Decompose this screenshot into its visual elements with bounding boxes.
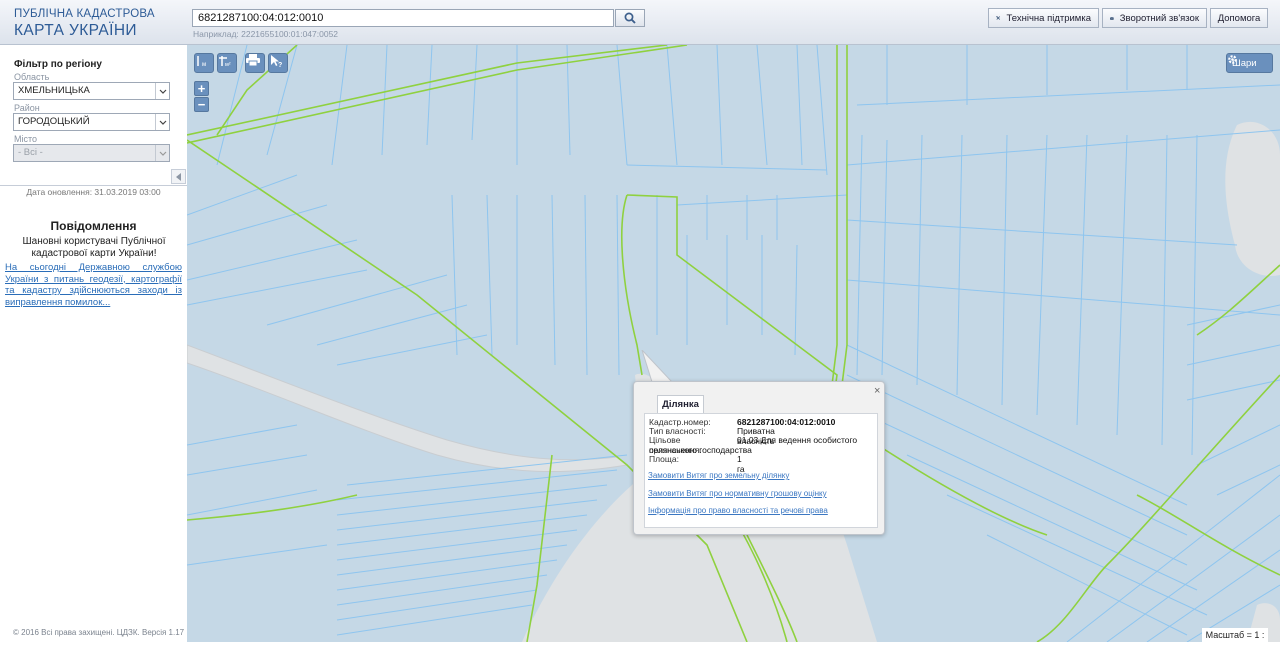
svg-text:м²: м²	[225, 62, 231, 68]
zoom-out-button[interactable]: −	[194, 97, 209, 112]
zoom-in-button[interactable]: +	[194, 81, 209, 96]
raion-select[interactable]: ГОРОДОЦЬКИЙ	[13, 113, 170, 131]
identify-icon: ?	[271, 55, 282, 68]
misto-label: Місто	[14, 134, 38, 144]
help-button-label: Допомога	[1217, 12, 1261, 24]
envelope-icon	[1110, 16, 1114, 20]
header: ПУБЛІЧНА КАДАСТРОВА КАРТА УКРАЇНИ 682128…	[0, 0, 1280, 45]
copyright: © 2016 Всі права захищені. ЦДЗК. Версія …	[13, 628, 185, 637]
feedback-button[interactable]: Зворотний зв'язок	[1102, 8, 1207, 28]
raion-label: Район	[14, 103, 40, 113]
help-button[interactable]: Допомога	[1210, 8, 1268, 28]
purpose-value: 01.03 Для ведення особистого селянського…	[649, 435, 858, 455]
tab-parcel[interactable]: Ділянка	[657, 395, 704, 414]
region-filter: Фільтр по регіону Область ХМЕЛЬНИЦЬКА Ра…	[0, 45, 187, 186]
filter-title: Фільтр по регіону	[14, 59, 102, 70]
print-button[interactable]	[245, 53, 265, 73]
chevron-left-icon	[175, 172, 181, 181]
identify-button[interactable]: ?	[268, 53, 288, 73]
oblast-label: Область	[14, 72, 50, 82]
order-valuation-link[interactable]: Замовити Витяг про нормативну грошову оц…	[648, 489, 827, 498]
oblast-select[interactable]: ХМЕЛЬНИЦЬКА	[13, 82, 170, 100]
cadastral-map	[187, 45, 1280, 642]
parcel-popup: × Ділянка Кадастр.номер: 6821287100:04:0…	[633, 381, 885, 535]
notice-link[interactable]: На сьогодні Державною службою України з …	[5, 262, 182, 308]
sidebar: Фільтр по регіону Область ХМЕЛЬНИЦЬКА Ра…	[0, 45, 187, 645]
measure-area-button[interactable]: м²	[217, 53, 237, 73]
close-icon[interactable]: ×	[874, 385, 880, 397]
logo-line2: КАРТА УКРАЇНИ	[14, 21, 137, 39]
update-date: Дата оновлення: 31.03.2019 03:00	[26, 187, 161, 197]
print-icon	[246, 54, 260, 66]
ownership-rights-link[interactable]: Інформація про право власності та речові…	[648, 506, 828, 515]
tools-icon	[996, 16, 1000, 20]
measure-distance-button[interactable]: м	[194, 53, 214, 73]
layers-button[interactable]: Шари	[1226, 53, 1273, 73]
support-button[interactable]: Технічна підтримка	[988, 8, 1099, 28]
support-button-label: Технічна підтримка	[1006, 12, 1092, 24]
logo-line1: ПУБЛІЧНА КАДАСТРОВА	[14, 8, 155, 20]
feedback-button-label: Зворотний зв'язок	[1119, 12, 1199, 24]
notice-title: Повідомлення	[50, 219, 137, 233]
svg-text:м: м	[202, 62, 206, 68]
parcel-info: Кадастр.номер: 6821287100:04:012:0010 Ти…	[644, 413, 878, 528]
misto-select-value: - Всі -	[18, 147, 43, 158]
area-label: Площа:	[649, 454, 679, 464]
search-example: Наприклад: 2221655100:01:047:0052	[193, 29, 339, 39]
search-button[interactable]	[615, 9, 645, 27]
measure-area-icon: м²	[219, 56, 231, 68]
search-icon	[624, 12, 636, 24]
oblast-select-value: ХМЕЛЬНИЦЬКА	[18, 85, 90, 96]
chevron-down-icon	[155, 83, 169, 99]
map-canvas[interactable]: м м² ? + − Шари Масштаб = 1 : 8531	[187, 45, 1280, 642]
svg-text:?: ?	[278, 62, 282, 68]
measure-distance-icon: м	[197, 56, 206, 68]
map-scale: Масштаб = 1 : 8531	[1202, 628, 1268, 642]
order-extract-link[interactable]: Замовити Витяг про земельну ділянку	[648, 471, 789, 480]
logo[interactable]: ПУБЛІЧНА КАДАСТРОВА КАРТА УКРАЇНИ	[14, 8, 155, 39]
chevron-down-icon	[155, 145, 169, 161]
misto-select[interactable]: - Всі -	[13, 144, 170, 162]
gear-icon	[1228, 55, 1237, 64]
collapse-sidebar-button[interactable]	[171, 169, 186, 184]
raion-select-value: ГОРОДОЦЬКИЙ	[18, 116, 90, 127]
search-input[interactable]: 6821287100:04:012:0010	[192, 9, 614, 27]
chevron-down-icon	[155, 114, 169, 130]
notice-body: Шановні користувачі Публічної кадастрово…	[22, 236, 166, 259]
